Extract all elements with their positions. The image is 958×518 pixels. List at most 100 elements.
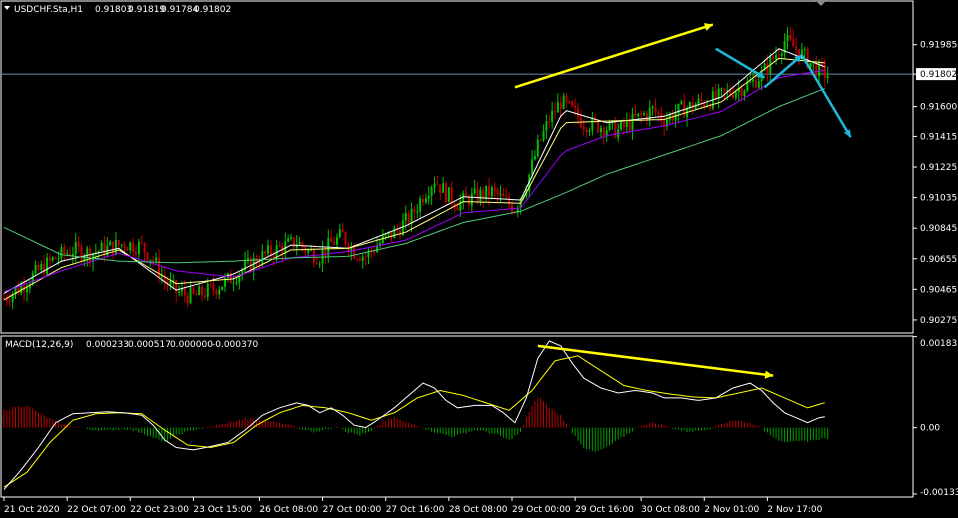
candle-body — [731, 94, 734, 98]
candle-body — [40, 263, 43, 270]
time-tick-label: 28 Oct 08:00 — [449, 505, 508, 515]
candle-body — [651, 106, 654, 108]
candle-body — [493, 187, 496, 191]
candle-body — [318, 263, 321, 265]
candle-body — [135, 251, 138, 255]
candle-body — [287, 238, 290, 242]
time-tick-label: 29 Oct 00:00 — [512, 505, 571, 515]
candle-body — [206, 284, 209, 298]
candle-body — [473, 188, 476, 194]
candle-body — [330, 237, 333, 243]
candle-body — [356, 258, 359, 260]
candle-body — [215, 290, 218, 295]
candle-body — [278, 245, 281, 247]
candle-body — [419, 198, 422, 212]
candle-body — [195, 293, 198, 296]
candle-body — [634, 113, 637, 117]
candle-body — [442, 183, 445, 193]
candle-body — [43, 263, 46, 274]
current-price-label: 0.91802 — [920, 70, 957, 80]
candle-body — [364, 256, 367, 258]
candle-body — [803, 48, 806, 50]
candle-body — [720, 88, 723, 90]
candle-body — [301, 242, 304, 248]
candle-body — [48, 257, 51, 261]
candle-body — [447, 187, 450, 203]
candle-body — [272, 255, 275, 258]
candle-body — [562, 95, 565, 109]
candle-body — [407, 213, 410, 224]
symbol-label: USDCHF.Sta,H1 — [14, 5, 83, 15]
candle-body — [444, 183, 447, 203]
time-tick-label: 2 Nov 17:00 — [767, 505, 822, 515]
ohlc-close: 0.91802 — [194, 5, 231, 15]
candle-body — [186, 295, 189, 303]
macd-value-1: 0.000233 — [86, 340, 129, 350]
candle-body — [789, 34, 792, 40]
candle-body — [258, 264, 261, 266]
candle-body — [180, 288, 183, 292]
candle-body — [674, 113, 677, 121]
candle-body — [542, 130, 545, 141]
candle-body — [577, 108, 579, 118]
candle-body — [261, 251, 264, 265]
candle-body — [723, 88, 726, 92]
candle-body — [485, 185, 488, 199]
candle-body — [743, 90, 746, 97]
candle-body — [126, 248, 129, 251]
candle-body — [479, 189, 482, 202]
time-tick-label: 27 Oct 00:00 — [323, 505, 382, 515]
macd-value-4: -0.000370 — [212, 340, 258, 350]
candle-body — [46, 257, 49, 274]
candle-body — [376, 245, 379, 253]
trading-chart[interactable]: 0.91985 0.91802 0.91600 0.91415 0.91225 0.910… — [0, 0, 958, 518]
candle-body — [559, 102, 562, 109]
candle-body — [556, 102, 559, 113]
candle-body — [381, 235, 384, 243]
candle-body — [754, 79, 757, 88]
candle-body — [103, 242, 106, 256]
candle-body — [439, 184, 442, 193]
candle-body — [146, 252, 149, 261]
candle-body — [780, 53, 783, 56]
price-tick-label: 0.91225 — [920, 163, 957, 173]
candle-body — [264, 251, 267, 254]
candle-body — [109, 241, 112, 246]
candle-body — [335, 237, 338, 245]
candle-body — [413, 208, 416, 213]
candle-body — [117, 240, 120, 246]
price-tick-label: 0.91600 — [920, 103, 957, 113]
candle-body — [267, 245, 270, 254]
candle-body — [269, 245, 272, 256]
candle-body — [502, 193, 505, 197]
price-tick-label: 0.90655 — [920, 255, 957, 265]
candle-body — [476, 188, 479, 202]
candle-body — [826, 75, 829, 78]
candle-body — [786, 34, 789, 42]
candle-body — [57, 258, 60, 260]
candle-body — [137, 241, 140, 255]
candle-body — [496, 190, 499, 195]
candle-body — [766, 63, 769, 74]
candle-body — [292, 237, 295, 248]
candle-body — [97, 251, 100, 253]
candle-body — [591, 117, 594, 131]
candle-body — [757, 81, 760, 88]
candle-body — [597, 120, 600, 133]
candle-body — [132, 242, 135, 252]
candle-body — [198, 286, 201, 296]
candle-body — [605, 130, 608, 136]
candle-body — [175, 280, 178, 293]
candle-body — [324, 250, 327, 256]
candle-body — [775, 55, 778, 60]
candle-body — [628, 120, 631, 131]
candle-body — [37, 264, 40, 270]
candle-body — [531, 159, 534, 175]
candle-body — [54, 257, 57, 259]
candle-body — [499, 193, 502, 195]
candle-body — [424, 198, 427, 203]
candle-body — [143, 242, 146, 253]
candle-body — [551, 110, 554, 123]
candle-body — [588, 130, 591, 133]
candle-body — [290, 237, 292, 239]
